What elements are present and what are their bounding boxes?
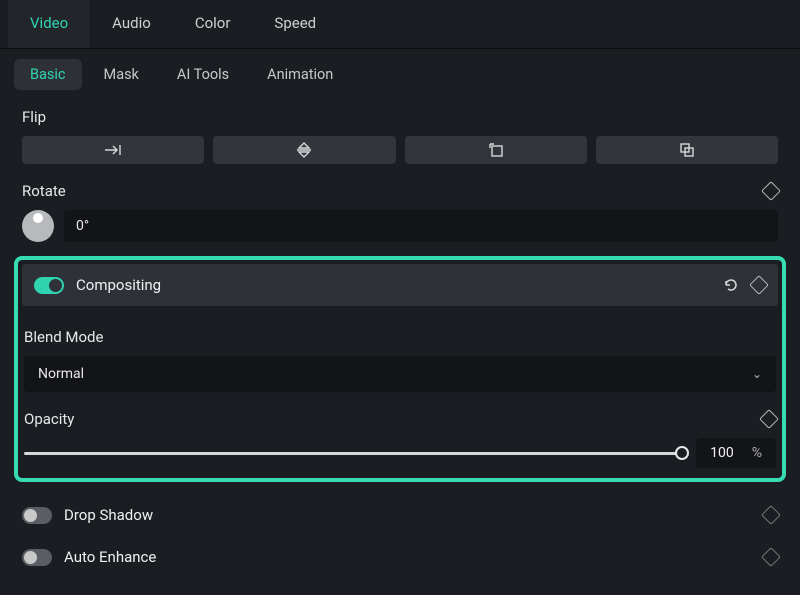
rotate-header: Rotate: [22, 182, 778, 200]
sub-tabs: Basic Mask AI Tools Animation: [0, 49, 800, 96]
rotate-keyframe-button[interactable]: [761, 181, 781, 201]
compositing-body: Blend Mode Normal ⌄ Opacity 100 %: [22, 306, 778, 468]
compositing-label: Compositing: [76, 276, 710, 294]
blend-mode-select[interactable]: Normal ⌄: [24, 356, 776, 392]
crop-icon: [488, 142, 504, 158]
flip-horizontal-button[interactable]: [22, 136, 204, 164]
flip-vertical-icon: [295, 142, 313, 158]
flip-buttons: [22, 136, 778, 164]
compositing-reset-button[interactable]: [722, 276, 740, 294]
compositing-toggle[interactable]: [34, 277, 64, 294]
compositing-keyframe-button[interactable]: [749, 275, 769, 295]
tab-audio[interactable]: Audio: [90, 0, 173, 48]
tab-video[interactable]: Video: [8, 0, 90, 48]
drop-shadow-toggle[interactable]: [22, 507, 52, 524]
subtab-basic[interactable]: Basic: [14, 59, 82, 90]
subtab-mask[interactable]: Mask: [88, 59, 155, 90]
subtab-animation[interactable]: Animation: [251, 59, 349, 90]
panel-basic: Flip Rotate 0° Compositing: [0, 96, 800, 578]
opacity-label: Opacity: [24, 410, 74, 428]
subtab-ai-tools[interactable]: AI Tools: [161, 59, 245, 90]
compositing-header: Compositing: [22, 264, 778, 306]
compositing-section-highlight: Compositing Blend Mode Normal ⌄ Opacity: [14, 256, 786, 482]
auto-enhance-toggle[interactable]: [22, 549, 52, 566]
blend-mode-label: Blend Mode: [24, 328, 776, 346]
flip-label: Flip: [22, 108, 778, 126]
opacity-value-input[interactable]: 100 %: [696, 438, 776, 468]
rotate-knob[interactable]: [22, 210, 54, 242]
opacity-control: 100 %: [24, 438, 776, 468]
opacity-unit: %: [752, 445, 762, 461]
tab-color[interactable]: Color: [173, 0, 253, 48]
auto-enhance-label: Auto Enhance: [64, 548, 752, 566]
top-tabs: Video Audio Color Speed: [0, 0, 800, 49]
aspect-button[interactable]: [596, 136, 778, 164]
flip-vertical-button[interactable]: [213, 136, 395, 164]
tab-speed[interactable]: Speed: [252, 0, 338, 48]
opacity-slider-thumb[interactable]: [675, 446, 689, 460]
crop-button[interactable]: [405, 136, 587, 164]
opacity-value: 100: [710, 445, 734, 461]
rotate-control: 0°: [22, 210, 778, 242]
aspect-icon: [679, 142, 695, 158]
drop-shadow-keyframe-button[interactable]: [761, 505, 781, 525]
opacity-keyframe-button[interactable]: [759, 409, 779, 429]
blend-mode-value: Normal: [38, 366, 84, 382]
opacity-slider[interactable]: [24, 452, 682, 455]
reset-icon: [723, 277, 739, 293]
opacity-header: Opacity: [24, 410, 776, 428]
auto-enhance-keyframe-button[interactable]: [761, 547, 781, 567]
drop-shadow-row: Drop Shadow: [22, 494, 778, 536]
rotate-value-input[interactable]: 0°: [64, 210, 778, 242]
drop-shadow-label: Drop Shadow: [64, 506, 752, 524]
rotate-label: Rotate: [22, 182, 66, 200]
flip-horizontal-icon: [104, 143, 122, 157]
auto-enhance-row: Auto Enhance: [22, 536, 778, 578]
chevron-down-icon: ⌄: [752, 367, 762, 381]
